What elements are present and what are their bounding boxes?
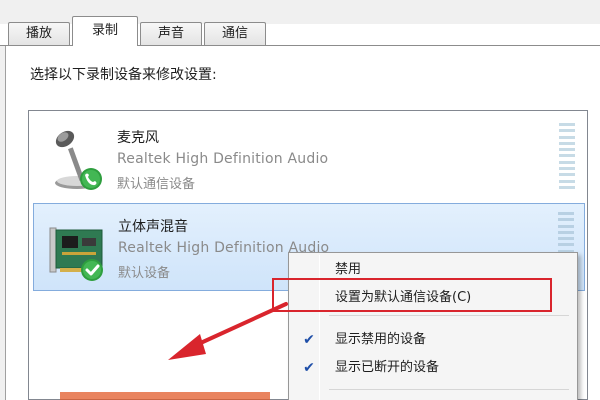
menu-item-show-disabled[interactable]: ✔ 显示禁用的设备 (291, 327, 575, 353)
tab-playback[interactable]: 播放 (8, 22, 70, 46)
microphone-icon (55, 130, 102, 190)
checkmark-icon: ✔ (303, 332, 315, 348)
annotation-arrow-icon (168, 302, 288, 360)
device-description: Realtek High Definition Audio (117, 151, 329, 167)
menu-item-label: 禁用 (335, 262, 362, 277)
device-name: 立体声混音 (118, 219, 188, 235)
menu-item-show-disconnected[interactable]: ✔ 显示已断开的设备 (291, 355, 575, 381)
device-name: 麦克风 (117, 130, 159, 146)
level-meter (559, 123, 575, 189)
phone-badge-icon (80, 168, 102, 190)
checkmark-icon: ✔ (303, 360, 315, 376)
device-status: 默认通信设备 (117, 177, 196, 192)
tab-sounds[interactable]: 声音 (140, 22, 202, 46)
tab-communications[interactable]: 通信 (204, 22, 266, 46)
instruction-text: 选择以下录制设备来修改设置: (30, 67, 217, 83)
tab-recording[interactable]: 录制 (72, 16, 138, 46)
menu-item-label: 显示禁用的设备 (335, 332, 427, 347)
annotation-highlight-box (272, 278, 552, 312)
device-row-microphone[interactable]: 麦克风 Realtek High Definition Audio 默认通信设备 (33, 115, 585, 203)
sound-card-icon (49, 227, 103, 281)
context-menu: 禁用 设置为默认通信设备(C) ✔ 显示禁用的设备 ✔ 显示已断开的设备 (288, 252, 578, 400)
menu-separator (329, 315, 569, 316)
tab-bar: 播放 录制 声音 通信 (0, 0, 600, 46)
panel-edge (0, 46, 6, 400)
check-badge-icon (81, 259, 103, 281)
menu-separator (329, 389, 569, 390)
menu-item-label: 显示已断开的设备 (335, 360, 440, 375)
device-status: 默认设备 (118, 266, 171, 281)
